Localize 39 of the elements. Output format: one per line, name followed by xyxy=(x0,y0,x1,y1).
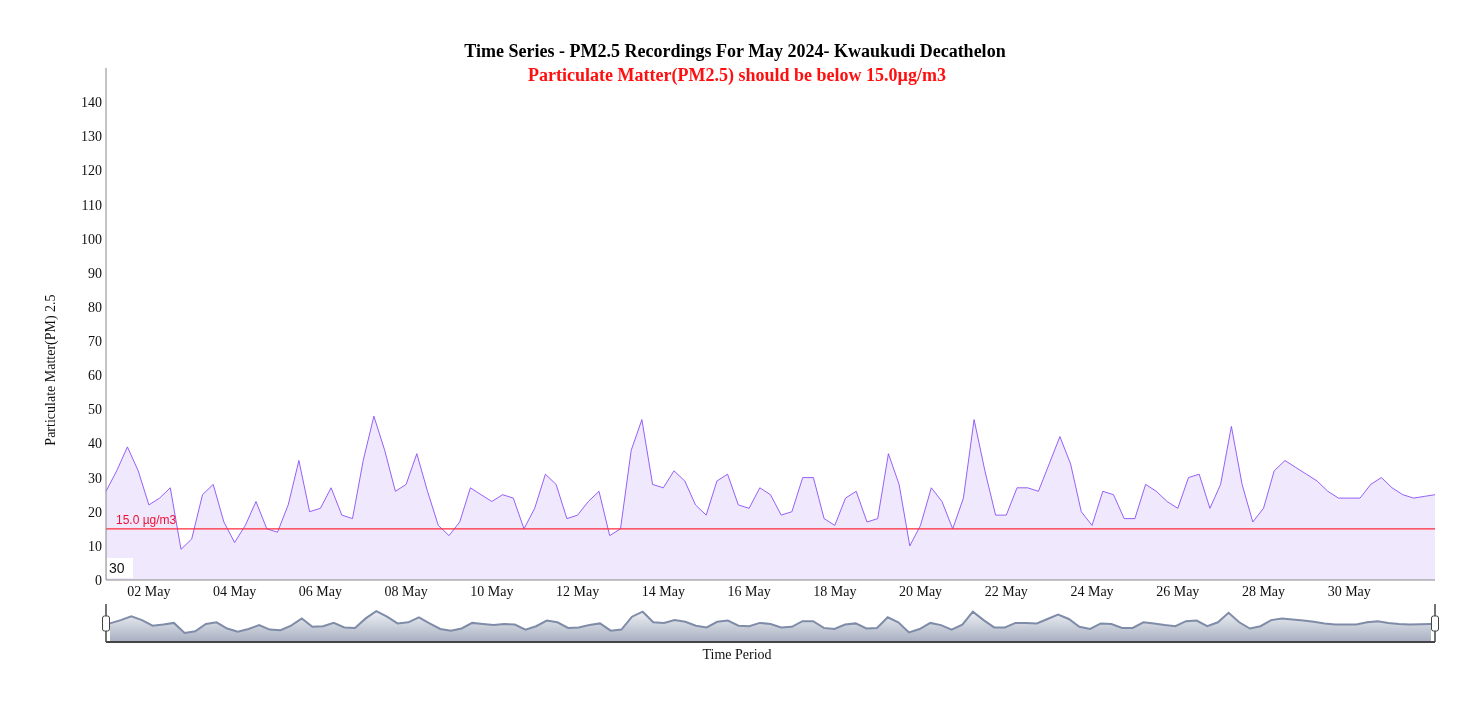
tick-label: 26 May xyxy=(1156,584,1200,599)
x-axis-label: Time Period xyxy=(702,647,772,662)
tick-label: 110 xyxy=(81,197,102,213)
tick-label: 02 May xyxy=(127,584,171,599)
corner-label-background xyxy=(107,558,133,578)
corner-label: 30 xyxy=(109,560,125,576)
tick-label: 100 xyxy=(81,231,102,247)
tick-label: 22 May xyxy=(984,584,1028,599)
tick-label: 12 May xyxy=(556,584,600,599)
tick-label: 60 xyxy=(88,368,102,384)
tick-label: 120 xyxy=(81,163,102,179)
tick-label: 08 May xyxy=(384,584,428,599)
tick-label: 10 May xyxy=(470,584,514,599)
tick-label: 06 May xyxy=(298,584,342,599)
tick-label: 90 xyxy=(88,265,102,281)
chart-title: Time Series - PM2.5 Recordings For May 2024- Kwaukudi Decathelon xyxy=(464,41,1006,61)
tick-label: 04 May xyxy=(213,584,257,599)
tick-label: 30 xyxy=(88,470,102,486)
tick-label: 50 xyxy=(88,402,102,418)
tick-label: 30 May xyxy=(1327,584,1371,599)
tick-label: 16 May xyxy=(727,584,771,599)
range-handle[interactable] xyxy=(102,603,110,643)
tick-label: 18 May xyxy=(813,584,857,599)
chart-subtitle: Particulate Matter(PM2.5) should be below 15.0µg/m3 xyxy=(528,65,946,85)
tick-label: 20 May xyxy=(898,584,943,599)
tick-label: 10 xyxy=(88,538,102,554)
tick-label: 0 xyxy=(95,573,102,588)
tick-label: 80 xyxy=(88,299,102,315)
tick-label: 24 May xyxy=(1070,584,1114,599)
range-handle[interactable] xyxy=(1431,603,1439,643)
threshold-label: 15.0 µg/m3 xyxy=(116,512,177,527)
tick-label: 14 May xyxy=(641,584,685,599)
y-axis-label: Particulate Matter(PM) 2.5 xyxy=(43,294,58,446)
tick-label: 28 May xyxy=(1241,584,1286,599)
tick-label: 130 xyxy=(81,129,102,145)
tick-label: 70 xyxy=(88,334,102,350)
tick-label: 40 xyxy=(88,436,102,452)
tick-label: 140 xyxy=(81,95,102,111)
tick-label: 20 xyxy=(88,504,102,520)
